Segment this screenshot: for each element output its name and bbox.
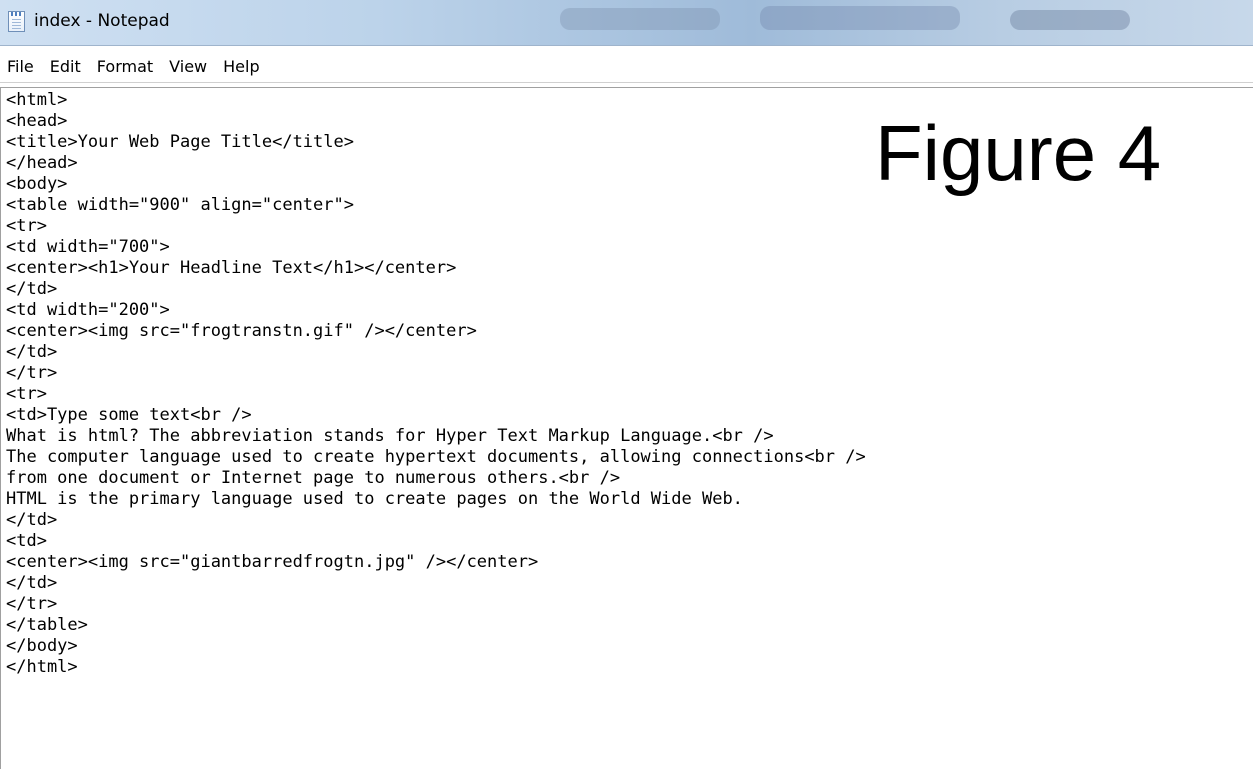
menu-format[interactable]: Format	[89, 53, 161, 81]
code-line: The computer language used to create hyp…	[6, 447, 866, 467]
menu-file[interactable]: File	[0, 53, 42, 81]
code-line: What is html? The abbreviation stands fo…	[6, 426, 774, 446]
code-line: HTML is the primary language used to cre…	[6, 489, 743, 509]
code-line: <center><h1>Your Headline Text</h1></cen…	[6, 258, 457, 278]
code-line: </td>	[6, 573, 58, 593]
code-line: </body>	[6, 636, 78, 656]
code-line: </tr>	[6, 594, 58, 614]
title-bar[interactable]: index - Notepad	[0, 0, 1253, 46]
blurred-background-region	[560, 8, 720, 30]
blurred-background-region	[760, 6, 960, 30]
menu-edit[interactable]: Edit	[42, 53, 89, 81]
menu-bar: File Edit Format View Help	[0, 52, 1253, 83]
code-line: </tr>	[6, 363, 58, 383]
code-line: <table width="900" align="center">	[6, 195, 354, 215]
code-line: <center><img src="giantbarredfrogtn.jpg"…	[6, 552, 539, 572]
notepad-window: index - Notepad File Edit Format View He…	[0, 0, 1253, 769]
code-line: <center><img src="frogtranstn.gif" /></c…	[6, 321, 477, 341]
code-line: <tr>	[6, 216, 47, 236]
figure-label: Figure 4	[875, 109, 1162, 197]
code-line: <tr>	[6, 384, 47, 404]
window-title: index - Notepad	[34, 11, 170, 31]
code-line: </html>	[6, 657, 78, 677]
blurred-background-region	[1010, 10, 1130, 30]
menu-help[interactable]: Help	[215, 53, 267, 81]
code-line: </table>	[6, 615, 88, 635]
code-line: <html>	[6, 90, 68, 110]
code-line: <td>	[6, 531, 47, 551]
code-line: from one document or Internet page to nu…	[6, 468, 621, 488]
code-line: <td width="200">	[6, 300, 170, 320]
code-line: </td>	[6, 342, 58, 362]
menu-view[interactable]: View	[161, 53, 215, 81]
code-line: </td>	[6, 510, 58, 530]
code-line: </td>	[6, 279, 58, 299]
code-line: <td width="700">	[6, 237, 170, 257]
notepad-icon[interactable]	[8, 11, 25, 32]
code-line: <td>Type some text<br />	[6, 405, 252, 425]
